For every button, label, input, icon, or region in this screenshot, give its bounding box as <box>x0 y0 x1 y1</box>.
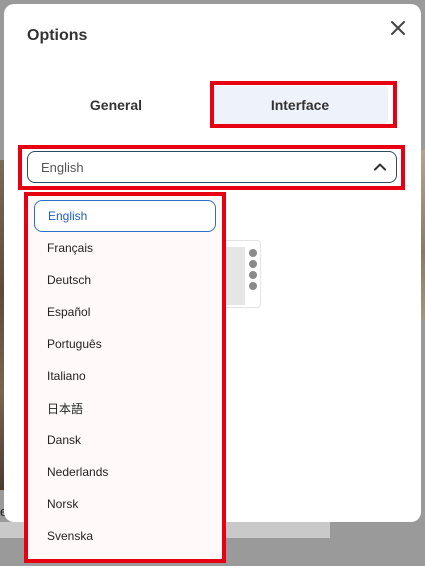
language-option[interactable]: Dansk <box>34 424 216 456</box>
preview-dot <box>249 249 257 257</box>
tab-general[interactable]: General <box>26 86 206 124</box>
language-option[interactable]: Norsk <box>34 488 216 520</box>
language-option[interactable]: Deutsch <box>34 264 216 296</box>
language-option[interactable]: Español <box>34 296 216 328</box>
language-option[interactable]: Italiano <box>34 360 216 392</box>
language-option[interactable]: English <box>34 200 216 232</box>
close-button[interactable] <box>386 16 410 40</box>
scrollbar-preview <box>222 240 261 308</box>
language-option[interactable]: Nederlands <box>34 456 216 488</box>
preview-dot <box>249 282 257 290</box>
dialog-title: Options <box>27 27 88 44</box>
close-icon <box>391 21 405 35</box>
language-option[interactable]: Svenska <box>34 520 216 552</box>
tab-interface[interactable]: Interface <box>212 86 388 124</box>
preview-dot <box>249 271 257 279</box>
preview-dot <box>249 260 257 268</box>
language-select[interactable]: English <box>27 151 397 183</box>
options-tabs: General Interface <box>26 86 390 126</box>
language-select-value: English <box>41 159 84 175</box>
language-dropdown-list: English Français Deutsch Español Português It… <box>28 196 222 559</box>
preview-track <box>223 247 245 305</box>
language-option[interactable]: Português <box>34 328 216 360</box>
language-option[interactable]: 日本語 <box>34 392 216 424</box>
chevron-up-icon <box>374 163 386 171</box>
language-option[interactable]: Français <box>34 232 216 264</box>
